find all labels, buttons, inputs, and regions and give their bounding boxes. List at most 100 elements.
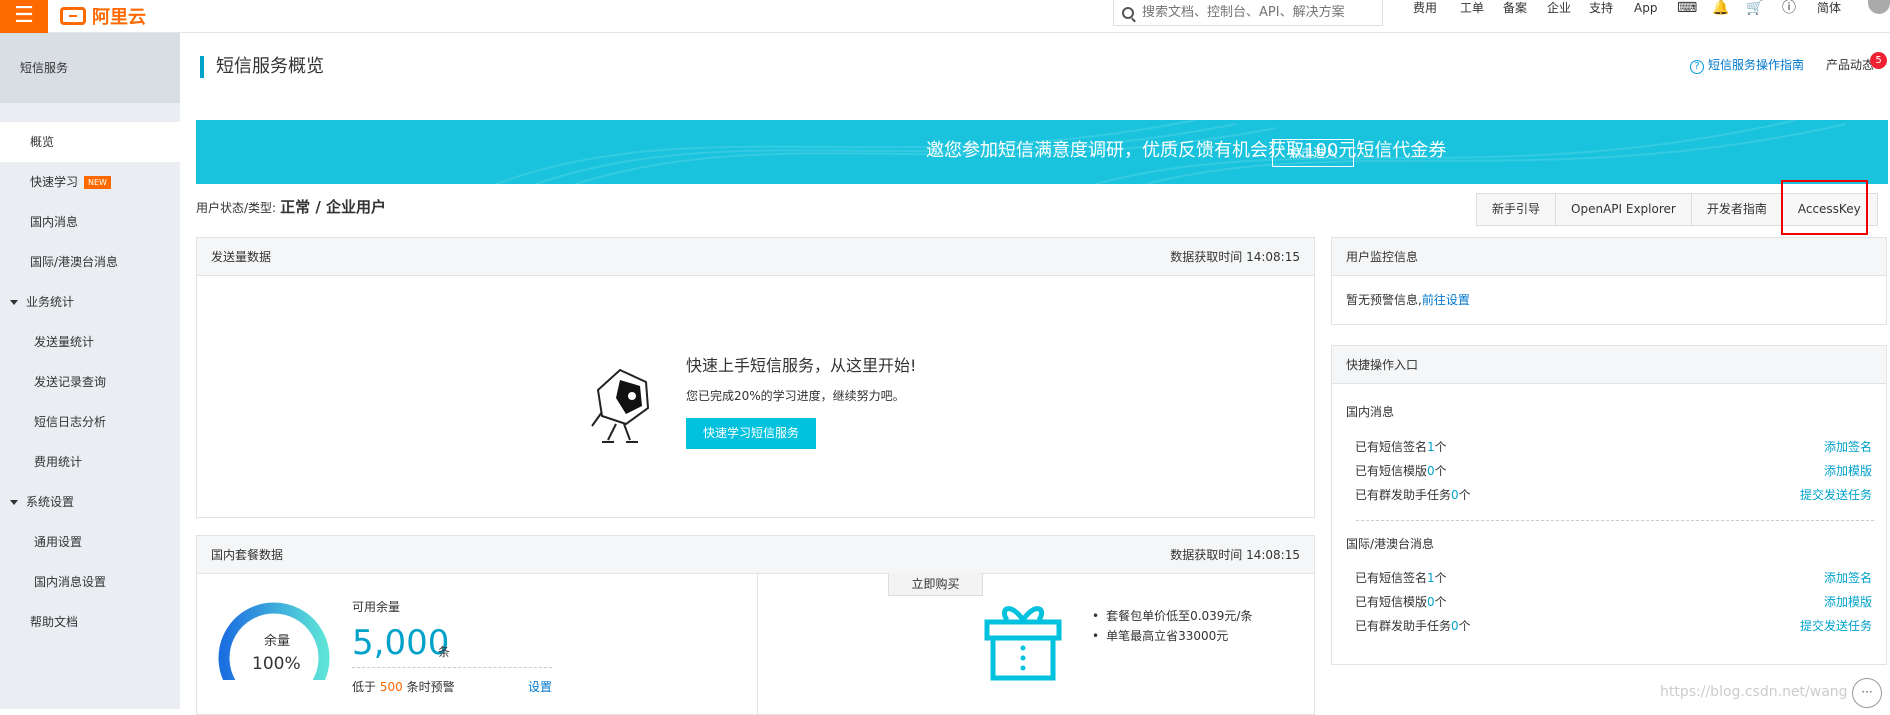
section-heading-intl: 国际/港澳台消息 xyxy=(1346,537,1435,551)
sidebar-item-overview[interactable]: 概览 xyxy=(0,122,180,162)
row-count: 0 xyxy=(1451,619,1459,633)
panel-divider xyxy=(757,574,758,714)
submit-task-link[interactable]: 提交发送任务 xyxy=(1800,487,1872,503)
row-count: 0 xyxy=(1427,595,1435,609)
row-unit: 个 xyxy=(1434,595,1447,609)
search-input[interactable] xyxy=(1142,5,1372,20)
new-badge: NEW xyxy=(84,176,111,189)
quickstart-button[interactable]: 快速学习短信服务 xyxy=(686,418,816,449)
monitor-message: 暂无预警信息,前往设置 xyxy=(1346,291,1470,308)
sidebar-item-label: 发送量统计 xyxy=(34,335,95,349)
terminal-icon[interactable]: ⌨ xyxy=(1677,0,1697,16)
nav-fees[interactable]: 费用 xyxy=(1413,0,1437,16)
warning-settings-link[interactable]: 设置 xyxy=(528,678,552,695)
tab-beginner-guide[interactable]: 新手引导 xyxy=(1477,194,1557,225)
caret-down-icon xyxy=(10,300,18,305)
sidebar-item-label: 短信日志分析 xyxy=(34,415,107,429)
aliyun-logo[interactable]: 阿里云 xyxy=(60,2,146,30)
page-title: 短信服务概览 xyxy=(216,56,324,77)
survey-banner[interactable]: 邀您参加短信满意度调研，优质反馈有机会获取100元短信代金券 xyxy=(196,120,1888,184)
aliyun-logo-mark xyxy=(60,7,86,25)
dashed-divider xyxy=(352,667,552,668)
monitor-text: 暂无预警信息, xyxy=(1346,293,1422,307)
sidebar-item-label: 业务统计 xyxy=(26,295,75,309)
sidebar-item-log-analysis[interactable]: 短信日志分析 xyxy=(0,402,180,442)
list-item: 已有短信签名1个 xyxy=(1355,439,1447,455)
warn-value: 500 xyxy=(379,680,403,694)
sidebar-item-international[interactable]: 国际/港澳台消息 xyxy=(0,242,180,282)
row-count: 1 xyxy=(1427,440,1435,454)
monitor-settings-link[interactable]: 前往设置 xyxy=(1422,293,1470,307)
list-item: 已有短信模版0个 xyxy=(1355,594,1447,610)
add-signature-link[interactable]: 添加签名 xyxy=(1824,570,1872,586)
sidebar-group-stats[interactable]: 业务统计 xyxy=(0,282,180,322)
sidebar-item-domestic[interactable]: 国内消息 xyxy=(0,202,180,242)
nav-icp[interactable]: 备案 xyxy=(1503,0,1527,16)
data-time: 数据获取时间 14:08:15 xyxy=(1170,548,1300,562)
quick-actions-panel: 快捷操作入口 国内消息 国际/港澳台消息 xyxy=(1331,345,1887,665)
sidebar-item-label: 费用统计 xyxy=(34,455,83,469)
sidebar-item-fee-stats[interactable]: 费用统计 xyxy=(0,442,180,482)
sidebar-item-quick-learn[interactable]: 快速学习 NEW xyxy=(0,162,180,202)
row-label: 已有短信模版 xyxy=(1355,464,1428,478)
sidebar: 短信服务 概览 快速学习 NEW 国内消息 国际/港澳台消息 业务统计 发送量统计… xyxy=(0,33,180,709)
sidebar-item-label: 国内消息设置 xyxy=(34,575,107,589)
add-template-link[interactable]: 添加模版 xyxy=(1824,594,1872,610)
nav-enterprise[interactable]: 企业 xyxy=(1547,0,1571,16)
sidebar-item-label: 通用设置 xyxy=(34,535,83,549)
sidebar-item-send-stats[interactable]: 发送量统计 xyxy=(0,322,180,362)
language-switch[interactable]: 简体 xyxy=(1817,0,1841,16)
avatar[interactable] xyxy=(1868,0,1890,14)
sidebar-group-settings[interactable]: 系统设置 xyxy=(0,482,180,522)
hamburger-icon[interactable]: ☰ xyxy=(0,0,48,33)
sidebar-item-general-settings[interactable]: 通用设置 xyxy=(0,522,180,562)
guide-link[interactable]: ? 短信服务操作指南 xyxy=(1690,57,1804,74)
row-count: 0 xyxy=(1427,464,1435,478)
nav-tickets[interactable]: 工单 xyxy=(1460,0,1484,16)
title-accent-bar xyxy=(200,56,204,78)
panel-header: 国内套餐数据 数据获取时间 14:08:15 xyxy=(197,536,1314,574)
submit-task-link[interactable]: 提交发送任务 xyxy=(1800,618,1872,634)
cart-icon[interactable]: 🛒 xyxy=(1746,0,1763,16)
tab-developer-guide[interactable]: 开发者指南 xyxy=(1692,194,1783,225)
gauge-percent: 100% xyxy=(252,654,301,674)
banner-enter-button[interactable]: 点击进入 xyxy=(1272,139,1354,167)
panel-title: 国内套餐数据 xyxy=(211,548,284,562)
tab-openapi-explorer[interactable]: OpenAPI Explorer xyxy=(1556,194,1692,225)
news-count-badge: 5 xyxy=(1870,52,1887,69)
watermark: https://blog.csdn.net/wang xyxy=(1660,684,1848,700)
nav-app[interactable]: App xyxy=(1634,0,1657,16)
nav-support[interactable]: 支持 xyxy=(1589,0,1613,16)
sidebar-item-label: 国际/港澳台消息 xyxy=(30,255,119,269)
section-divider xyxy=(1356,520,1874,521)
sidebar-item-label: 国内消息 xyxy=(30,215,79,229)
add-template-link[interactable]: 添加模版 xyxy=(1824,463,1872,479)
list-item: 已有短信模版0个 xyxy=(1355,463,1447,479)
help-icon[interactable]: ⓘ xyxy=(1782,0,1796,16)
buy-now-button[interactable]: 立即购买 xyxy=(888,573,983,596)
sidebar-item-send-records[interactable]: 发送记录查询 xyxy=(0,362,180,402)
chat-icon[interactable]: ··· xyxy=(1852,678,1882,708)
package-benefits: 套餐包单价低至0.039元/条 单笔最高立省33000元 xyxy=(1092,606,1252,646)
row-label: 已有短信签名 xyxy=(1355,571,1428,585)
available-unit: 条 xyxy=(438,645,451,659)
list-item: 已有群发助手任务0个 xyxy=(1355,487,1471,503)
sidebar-item-help-docs[interactable]: 帮助文档 xyxy=(0,602,180,642)
gift-icon xyxy=(984,606,1062,681)
row-count: 0 xyxy=(1451,488,1459,502)
product-news[interactable]: 产品动态 xyxy=(1826,57,1874,73)
question-icon: ? xyxy=(1690,60,1704,74)
send-volume-panel: 发送量数据 数据获取时间 14:08:15 xyxy=(196,237,1315,518)
sidebar-item-domestic-settings[interactable]: 国内消息设置 xyxy=(0,562,180,602)
quickstart-title: 快速上手短信服务，从这里开始! xyxy=(686,356,917,375)
global-search[interactable] xyxy=(1113,0,1383,26)
row-label: 已有群发助手任务 xyxy=(1355,488,1452,502)
add-signature-link[interactable]: 添加签名 xyxy=(1824,439,1872,455)
user-status-label: 用户状态/类型: xyxy=(196,201,277,215)
available-value: 5,000 xyxy=(352,623,450,663)
list-item: 单笔最高立省33000元 xyxy=(1092,626,1252,646)
list-item: 已有短信签名1个 xyxy=(1355,570,1447,586)
warning-threshold: 低于 500 条时预警 xyxy=(352,678,455,695)
user-status-value: 正常 / 企业用户 xyxy=(280,198,387,216)
bell-icon[interactable]: 🔔 xyxy=(1712,0,1729,16)
